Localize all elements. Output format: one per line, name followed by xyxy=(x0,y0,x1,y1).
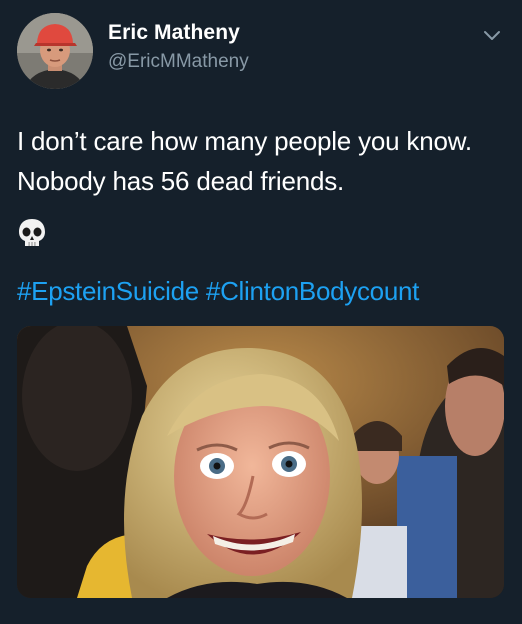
hashtag-row: #EpsteinSuicide #ClintonBodycount xyxy=(17,276,419,307)
author-display-name[interactable]: Eric Matheny xyxy=(108,21,240,45)
avatar[interactable] xyxy=(17,13,93,89)
hashtag-link[interactable]: #ClintonBodycount xyxy=(206,276,419,306)
chevron-down-icon[interactable] xyxy=(481,24,503,46)
tweet-card: Eric Matheny @EricMMatheny I don’t care … xyxy=(0,0,522,624)
author-handle[interactable]: @EricMMatheny xyxy=(108,51,249,73)
hashtag-link[interactable]: #EpsteinSuicide xyxy=(17,276,199,306)
tweet-photo[interactable] xyxy=(17,326,504,598)
tweet-text: I don’t care how many people you know. N… xyxy=(17,126,472,196)
skull-emoji-icon xyxy=(17,217,47,249)
